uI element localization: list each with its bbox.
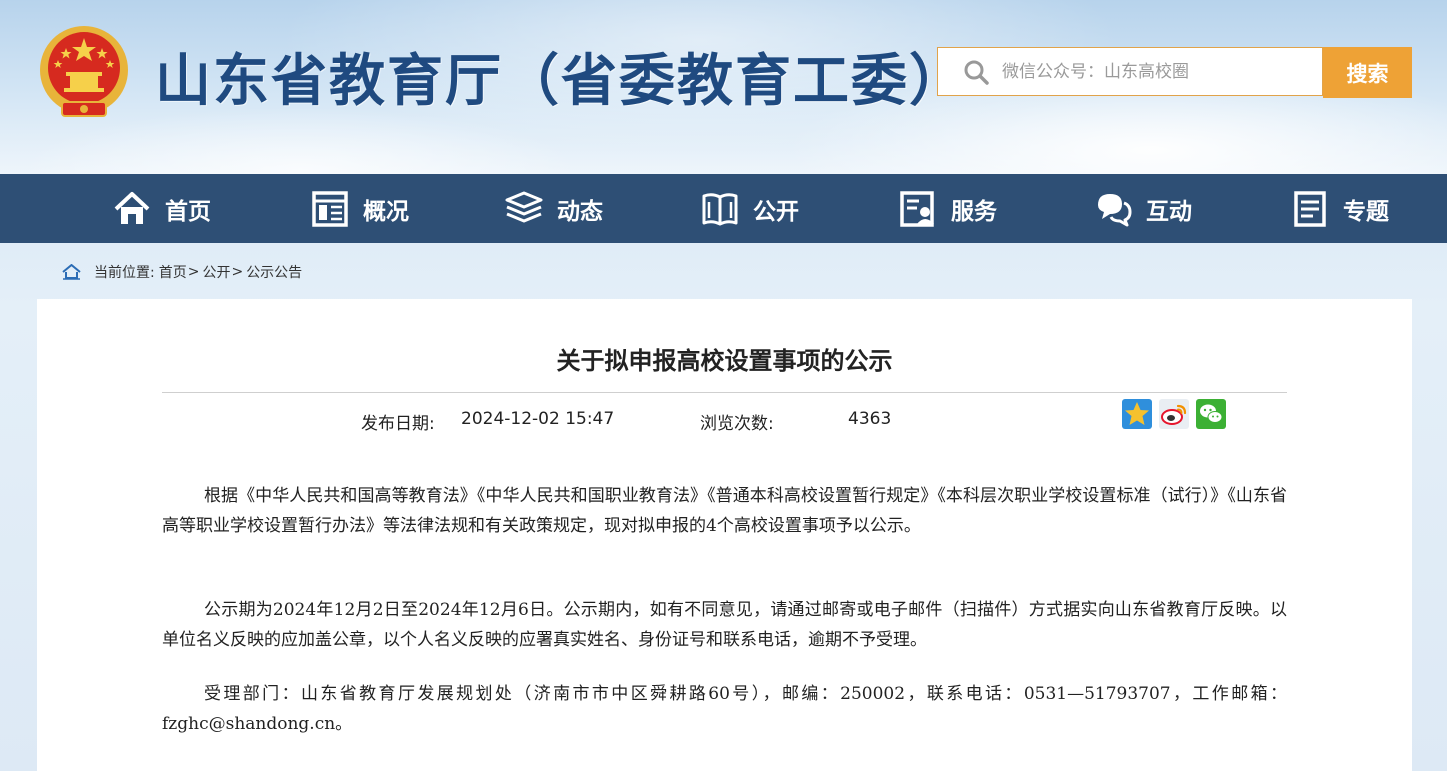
breadcrumb-public-link[interactable]: 公开 <box>202 262 230 282</box>
breadcrumb-separator: > <box>187 264 200 280</box>
search-input[interactable] <box>1000 60 1304 83</box>
qzone-icon[interactable] <box>1122 399 1152 429</box>
article-title: 关于拟申报高校设置事项的公示 <box>556 347 893 375</box>
site-header: 山东省教育厅（省委教育工委） 搜索 <box>0 0 1447 174</box>
nav-item-label: 专题 <box>1343 198 1389 225</box>
nav-item-label: 服务 <box>951 198 997 225</box>
book-icon <box>702 192 738 225</box>
view-count-value: 4363 <box>848 409 892 429</box>
home-icon <box>62 264 81 280</box>
nav-item-label: 概况 <box>363 198 409 225</box>
view-count-label: 浏览次数: <box>700 414 774 434</box>
breadcrumb: 当前位置: 首页 > 公开 > 公示公告 <box>62 262 302 282</box>
nav-item-overview[interactable]: 概况 <box>311 174 409 243</box>
main-nav: 首页 概况 动态 公开 服务 互动 专题 <box>0 174 1447 243</box>
article-paragraph: 受理部门：山东省教育厅发展规划处（济南市市中区舜耕路60号），邮编：250002… <box>162 684 1287 734</box>
nav-item-label: 动态 <box>557 198 603 225</box>
national-emblem-icon <box>40 26 128 117</box>
nav-item-label: 公开 <box>753 198 799 225</box>
chat-icon <box>1098 193 1132 226</box>
document-icon <box>1294 190 1326 227</box>
wechat-icon[interactable] <box>1196 399 1226 429</box>
overview-icon <box>312 190 348 227</box>
search-box[interactable] <box>937 47 1323 96</box>
publish-date-label: 发布日期: <box>361 414 435 434</box>
layers-icon <box>505 191 543 222</box>
article-panel: 关于拟申报高校设置事项的公示 发布日期: 2024-12-02 15:47 浏览… <box>37 299 1412 771</box>
home-icon <box>114 191 150 224</box>
breadcrumb-prefix: 当前位置: <box>94 265 155 281</box>
article-paragraph: 公示期为2024年12月2日至2024年12月6日。公示期内，如有不同意见，请通… <box>162 600 1287 650</box>
search-icon <box>964 60 989 85</box>
title-divider <box>162 392 1287 393</box>
breadcrumb-notices-link[interactable]: 公示公告 <box>246 262 302 282</box>
nav-item-interact[interactable]: 互动 <box>1094 174 1192 243</box>
weibo-icon[interactable] <box>1159 399 1189 429</box>
nav-item-label: 首页 <box>165 198 211 225</box>
breadcrumb-home-link[interactable]: 首页 <box>159 262 187 282</box>
nav-item-topics[interactable]: 专题 <box>1291 174 1389 243</box>
service-icon <box>900 190 934 227</box>
nav-item-public[interactable]: 公开 <box>701 174 799 243</box>
article-paragraph: 根据《中华人民共和国高等教育法》《中华人民共和国职业教育法》《普通本科高校设置暂… <box>162 486 1287 536</box>
site-title: 山东省教育厅（省委教育工委） <box>155 49 967 114</box>
nav-item-service[interactable]: 服务 <box>899 174 997 243</box>
nav-item-label: 互动 <box>1146 198 1192 225</box>
breadcrumb-separator: > <box>231 264 244 280</box>
nav-item-home[interactable]: 首页 <box>113 174 211 243</box>
publish-date-value: 2024-12-02 15:47 <box>461 409 615 429</box>
search-button[interactable]: 搜索 <box>1323 47 1412 98</box>
nav-item-news[interactable]: 动态 <box>505 174 603 243</box>
